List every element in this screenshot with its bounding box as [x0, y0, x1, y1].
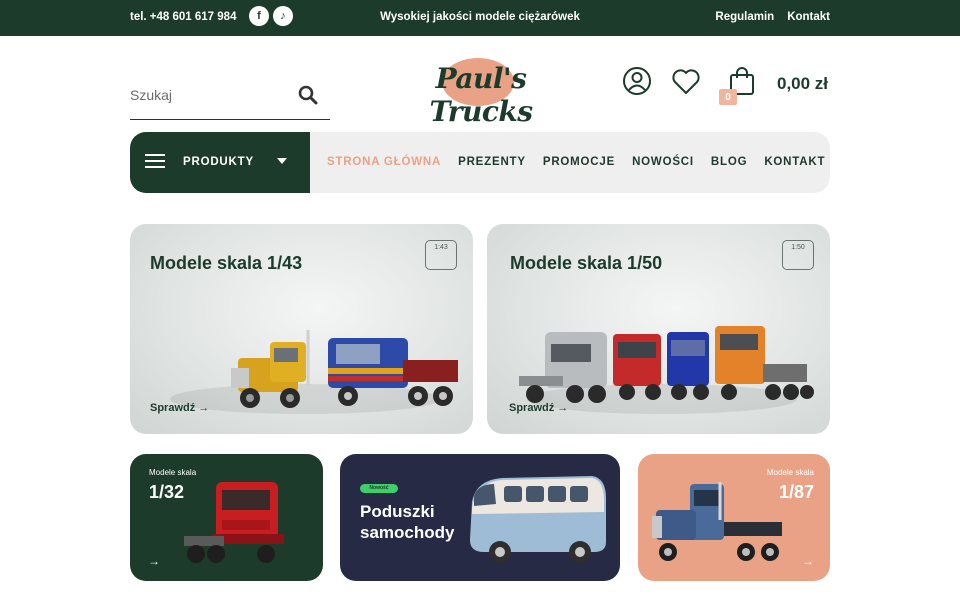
products-label: PRODUKTY: [183, 156, 254, 168]
scale-badge-text: 1:43: [434, 244, 448, 251]
category-tile-pillows[interactable]: Nowość Poduszki samochody: [340, 454, 620, 581]
nav-item-contact[interactable]: KONTAKT: [764, 156, 825, 168]
arrow-right-icon: →: [802, 554, 814, 568]
red-truck-illustration: [184, 482, 284, 563]
tile-cta[interactable]: Sprawdź →: [150, 402, 209, 414]
category-tile-scale-1-32[interactable]: Modele skala 1/32 →: [130, 454, 323, 581]
logo-text: Paul's Trucks: [429, 62, 533, 128]
tile-title-line2: samochody: [360, 523, 455, 542]
trucks-1-50-illustration: [519, 326, 814, 403]
account-icon[interactable]: [622, 66, 652, 96]
tile-title: Modele skala 1/50: [510, 253, 663, 273]
new-tag-badge: Nowość: [360, 484, 398, 493]
arrow-right-icon: →: [198, 402, 210, 414]
trucks-1-43-illustration: [231, 330, 458, 408]
search-placeholder: Szukaj: [130, 87, 173, 103]
category-tile-scale-1-50[interactable]: Modele skala 1/50 1:50 Sprawdź →: [487, 224, 830, 434]
link-kontakt[interactable]: Kontakt: [787, 11, 830, 23]
nav-item-blog[interactable]: BLOG: [711, 156, 747, 168]
scale-badge-text: 1:50: [791, 244, 805, 251]
scale-badge-icon: 1:50: [782, 240, 814, 270]
category-tile-scale-1-43[interactable]: Modele skala 1/43 1:43 Sprawdź →: [130, 224, 473, 434]
cta-label: Sprawdź: [150, 402, 196, 414]
top-bar: tel. +48 601 617 984 f ♪ Wysokiej jakośc…: [0, 0, 960, 36]
blue-truck-illustration: [652, 482, 782, 561]
arrow-right-icon: →: [557, 402, 569, 414]
tile-title: 1/32: [149, 482, 185, 502]
nav-item-gifts[interactable]: PREZENTY: [458, 156, 526, 168]
cart-count-badge: 0: [719, 89, 737, 105]
nav-item-home[interactable]: STRONA GŁÓWNA: [327, 156, 441, 168]
top-links: Regulamin Kontakt: [715, 11, 830, 23]
nav-item-promotions[interactable]: PROMOCJE: [543, 156, 615, 168]
nav-menu: STRONA GŁÓWNA PREZENTY PROMOCJE NOWOŚCI …: [327, 156, 825, 168]
van-pillow-illustration: [470, 476, 606, 563]
main-navigation: PRODUKTY STRONA GŁÓWNA PREZENTY PROMOCJE…: [130, 132, 830, 193]
search-input[interactable]: Szukaj: [130, 75, 330, 120]
arrow-right-icon: →: [148, 554, 160, 568]
site-logo[interactable]: Paul's Trucks: [396, 58, 566, 128]
search-icon[interactable]: [298, 85, 318, 105]
category-tile-scale-1-87[interactable]: Modele skala 1/87 →: [638, 454, 830, 581]
tile-cta[interactable]: Sprawdź →: [509, 402, 568, 414]
scale-badge-icon: 1:43: [425, 240, 457, 270]
wishlist-heart-icon[interactable]: [671, 68, 701, 96]
cart-total[interactable]: 0,00 zł: [777, 74, 828, 94]
products-menu-button[interactable]: PRODUKTY: [130, 132, 310, 193]
link-regulamin[interactable]: Regulamin: [715, 11, 774, 23]
tile-title-line1: Poduszki: [360, 502, 435, 521]
caret-down-icon: [277, 158, 287, 164]
hamburger-icon: [145, 154, 165, 168]
cta-label: Sprawdź: [509, 402, 555, 414]
tile-title: Modele skala 1/43: [150, 253, 303, 273]
tile-subtitle: Modele skala: [766, 468, 814, 477]
nav-item-new[interactable]: NOWOŚCI: [632, 156, 694, 168]
